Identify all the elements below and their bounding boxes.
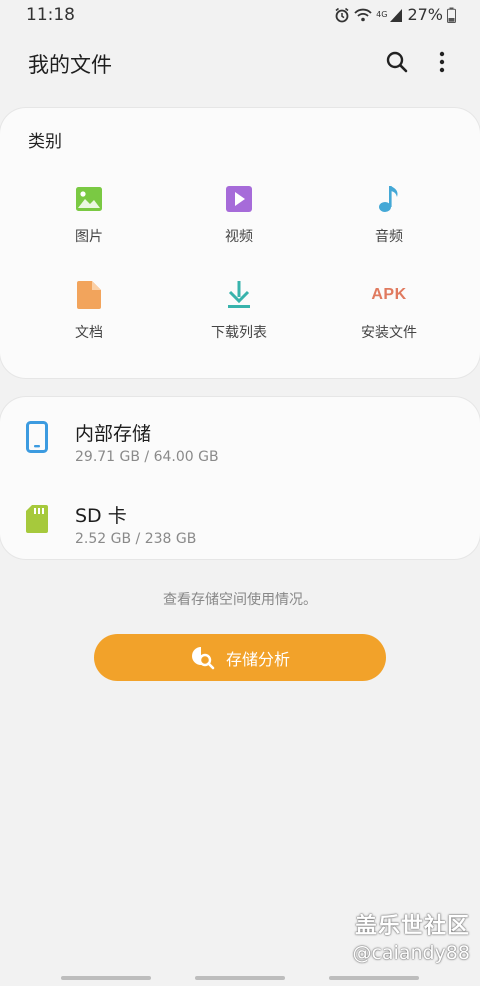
categories-card: 类别 图片 视频 音频 文档 下载列表 APK 安装文件: [0, 108, 480, 378]
more-options-button[interactable]: [426, 46, 458, 78]
storage-size: 29.71 GB / 64.00 GB: [75, 449, 219, 465]
nav-home-handle[interactable]: [195, 976, 285, 980]
categories-title: 类别: [28, 132, 62, 152]
signal-icon: [390, 8, 403, 22]
battery-percent: 27%: [407, 5, 443, 24]
category-label: 文档: [75, 325, 103, 341]
storage-size: 2.52 GB / 238 GB: [75, 531, 197, 547]
category-downloads[interactable]: 下载列表: [164, 278, 314, 358]
search-button[interactable]: [381, 46, 413, 78]
category-label: 音频: [375, 229, 403, 245]
document-icon: [72, 278, 106, 312]
storage-analysis-button[interactable]: 存储分析: [94, 634, 386, 681]
category-images[interactable]: 图片: [14, 182, 164, 262]
more-vertical-icon: [439, 51, 445, 73]
category-label: 安装文件: [361, 325, 417, 341]
category-label: 视频: [225, 229, 253, 245]
phone-icon: [24, 419, 50, 455]
storage-analysis-label: 存储分析: [225, 649, 290, 669]
category-label: 图片: [75, 229, 103, 245]
category-documents[interactable]: 文档: [14, 278, 164, 358]
status-icons: 4G 27%: [334, 5, 456, 24]
video-icon: [222, 182, 256, 216]
storage-hint: 查看存储空间使用情况。: [163, 592, 317, 608]
watermark-title: 盖乐世社区: [354, 914, 470, 939]
app-header: 我的文件: [0, 36, 480, 90]
navigation-bar: [0, 970, 480, 986]
storage-name: SD 卡: [75, 505, 127, 527]
alarm-icon: [335, 7, 349, 22]
storage-analysis-icon: [191, 646, 215, 669]
category-installation-files[interactable]: APK 安装文件: [314, 278, 464, 358]
nav-back-handle[interactable]: [329, 976, 419, 980]
storage-card: 内部存储 29.71 GB / 64.00 GB SD 卡 2.52 GB / …: [0, 397, 480, 559]
image-icon: [72, 182, 106, 216]
network-type-label: 4G: [376, 9, 388, 19]
search-icon: [386, 51, 408, 73]
category-audio[interactable]: 音频: [314, 182, 464, 262]
sd-card-icon: [24, 501, 50, 537]
status-bar: 11:18 4G 27%: [0, 0, 480, 30]
watermark: 盖乐世社区 @caiandy88: [352, 908, 470, 964]
category-label: 下载列表: [211, 325, 267, 341]
storage-sd-card[interactable]: SD 卡 2.52 GB / 238 GB: [0, 485, 480, 557]
wifi-icon: [354, 8, 372, 21]
apk-icon: APK: [371, 286, 407, 303]
watermark-handle: @caiandy88: [352, 942, 470, 964]
status-time: 11:18: [26, 5, 75, 25]
storage-name: 内部存储: [75, 423, 152, 445]
page-title: 我的文件: [28, 53, 112, 77]
download-icon: [222, 278, 256, 312]
storage-internal[interactable]: 内部存储 29.71 GB / 64.00 GB: [0, 403, 480, 475]
music-note-icon: [372, 182, 406, 216]
battery-icon: [447, 7, 456, 23]
nav-recents-handle[interactable]: [61, 976, 151, 980]
category-videos[interactable]: 视频: [164, 182, 314, 262]
